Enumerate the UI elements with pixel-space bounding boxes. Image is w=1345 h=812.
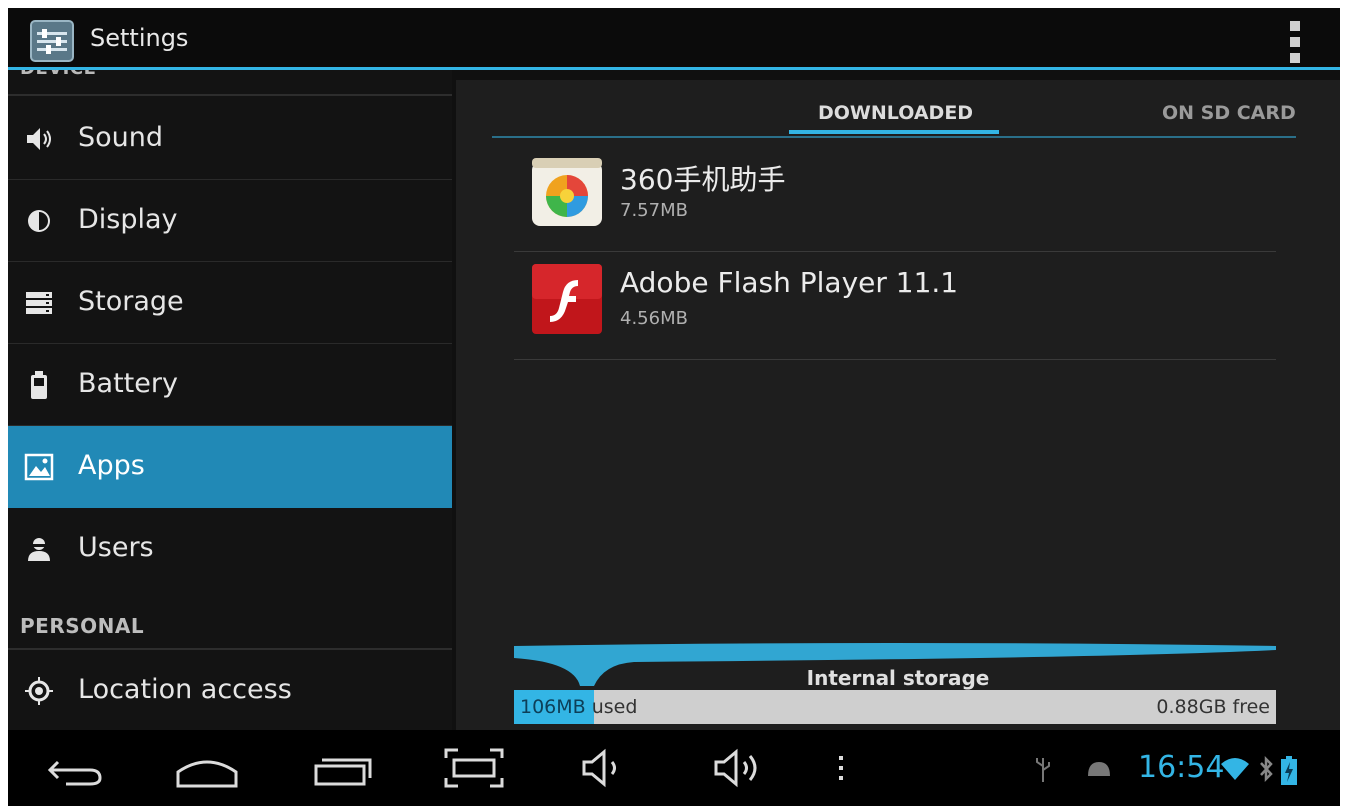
battery-charging-icon [1281, 756, 1297, 785]
volume-down-icon[interactable] [580, 746, 630, 790]
storage-free-text: 0.88GB free [1156, 696, 1270, 718]
storage-used-suffix: used [585, 696, 638, 718]
sidebar-item-battery[interactable]: Battery [8, 344, 452, 426]
flash-player-icon [532, 264, 602, 334]
apps-panel: DOWNLOADED ON SD CARD 360手机助手 7.57MB Ado… [456, 80, 1340, 730]
sidebar-item-label: Display [78, 204, 178, 235]
wifi-icon [1221, 758, 1249, 780]
storage-usage-bar: 106MB used 0.88GB free [514, 690, 1276, 724]
back-icon[interactable] [46, 746, 106, 790]
sidebar-item-users[interactable]: Users [8, 508, 452, 590]
sidebar-item-sound[interactable]: Sound [8, 98, 452, 180]
user-icon [28, 538, 50, 561]
app-list-item-360[interactable]: 360手机助手 7.57MB [514, 144, 1276, 252]
storage-used-text: 106MB used [520, 696, 637, 718]
app-360-icon [532, 158, 602, 226]
storage-label: Internal storage [806, 666, 990, 690]
app-size: 7.57MB [620, 200, 688, 221]
settings-app-icon[interactable] [30, 20, 74, 62]
recent-apps-icon[interactable] [312, 746, 374, 790]
home-icon[interactable] [174, 746, 240, 790]
sidebar-item-storage[interactable]: Storage [8, 262, 452, 344]
location-icon [25, 677, 53, 705]
tab-on-sd-card[interactable]: ON SD CARD [1162, 102, 1296, 124]
tabs-divider [492, 136, 1296, 138]
sidebar-item-label: Storage [78, 286, 184, 317]
apps-icon [24, 453, 54, 481]
sidebar-item-label: Battery [78, 368, 178, 399]
volume-up-icon[interactable] [712, 746, 768, 790]
android-debug-icon [1088, 762, 1110, 776]
sidebar-item-label: Apps [78, 450, 145, 481]
page-title: Settings [90, 24, 189, 52]
tab-selected-indicator [789, 130, 999, 134]
speaker-icon [27, 128, 51, 150]
section-header-device: DEVICE [20, 70, 96, 79]
sidebar-item-apps[interactable]: Apps [8, 426, 452, 508]
app-name: 360手机助手 [620, 163, 786, 196]
section-divider [8, 94, 452, 96]
app-size: 4.56MB [620, 308, 688, 329]
system-navigation-bar: 16:54 [8, 730, 1340, 806]
bluetooth-icon [1260, 756, 1273, 782]
android-tablet-screen: Settings DEVICE Sound Display [8, 8, 1340, 806]
menu-dots-icon[interactable] [834, 746, 848, 790]
app-name: Adobe Flash Player 11.1 [620, 266, 959, 299]
sidebar-item-display[interactable]: Display [8, 180, 452, 262]
sidebar-item-label: Users [78, 532, 154, 563]
status-bar-clock: 16:54 [1138, 750, 1225, 785]
overflow-menu-icon[interactable] [1288, 20, 1302, 64]
sidebar-item-label: Sound [78, 122, 164, 153]
screenshot-icon[interactable] [442, 746, 506, 790]
brightness-icon [28, 210, 50, 232]
sidebar-item-location-access[interactable]: Location access [8, 650, 452, 730]
app-list-item-flash-player[interactable]: Adobe Flash Player 11.1 4.56MB [514, 252, 1276, 360]
tab-downloaded[interactable]: DOWNLOADED [818, 102, 973, 124]
battery-icon [31, 371, 47, 399]
storage-icon [26, 292, 52, 314]
sidebar-item-label: Location access [78, 674, 292, 705]
settings-sidebar: DEVICE Sound Display [8, 70, 452, 730]
action-bar: Settings [8, 8, 1340, 70]
section-header-personal: PERSONAL [8, 602, 452, 650]
usb-icon [1036, 758, 1050, 782]
section-header-label: PERSONAL [20, 614, 145, 638]
storage-used-value: 106MB [520, 696, 586, 718]
